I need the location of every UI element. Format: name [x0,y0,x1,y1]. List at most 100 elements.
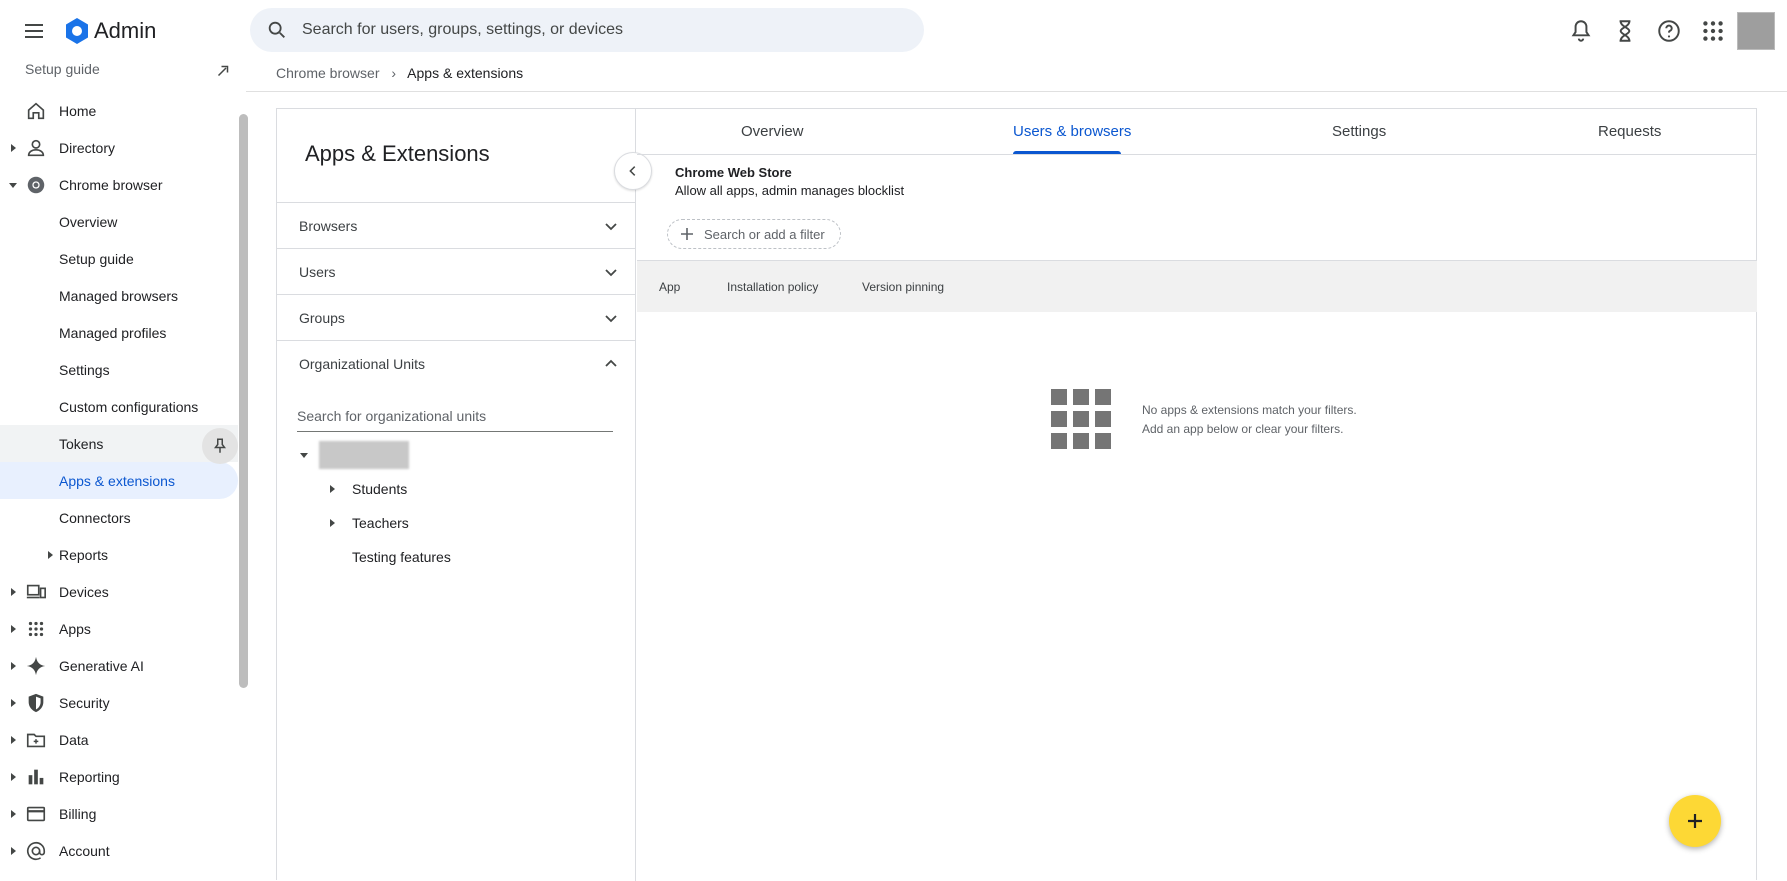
main-panel: Apps & Extensions Browsers Users Groups … [276,108,1757,881]
tree-item-testing-features[interactable]: Testing features [352,549,451,565]
column-header-installation-policy[interactable]: Installation policy [727,280,818,294]
chevron-left-icon [629,166,636,176]
collapse-panel-button[interactable] [614,152,652,190]
collapse-arrow-icon[interactable] [299,450,309,460]
admin-logo-icon [66,18,88,44]
expand-arrow-icon[interactable] [8,846,18,856]
expand-arrow-icon[interactable] [8,661,18,671]
sidebar-scrollbar[interactable] [239,114,248,688]
data-folder-icon [26,733,46,747]
menu-icon[interactable] [22,19,46,43]
expand-arrow-icon[interactable] [8,698,18,708]
sparkle-icon [26,656,46,675]
expand-arrow-icon[interactable] [8,143,18,153]
store-title: Chrome Web Store [675,165,792,180]
accordion-users[interactable]: Users [277,248,635,294]
empty-state-message: No apps & extensions match your filters.… [1142,401,1357,439]
sidebar-item-security[interactable]: Security [0,684,240,721]
global-search[interactable] [250,8,924,52]
add-app-fab[interactable] [1669,795,1721,847]
breadcrumb: Chrome browser › Apps & extensions [276,65,523,81]
tab-users-browsers[interactable]: Users & browsers [1013,123,1131,140]
ou-search-input[interactable] [297,402,613,430]
sidebar-item-setup-guide-partial[interactable]: Setup guide [0,62,240,87]
column-header-app[interactable]: App [659,280,680,294]
sidebar-item-reporting[interactable]: Reporting [0,758,240,795]
breadcrumb-separator: › [391,65,397,81]
sidebar-item-connectors[interactable]: Connectors [0,499,240,536]
person-icon [27,139,45,156]
shield-icon [28,693,44,712]
expand-arrow-icon[interactable] [327,484,337,494]
column-header-version-pinning[interactable]: Version pinning [862,280,944,294]
chevron-down-icon [605,269,617,277]
sidebar-item-billing[interactable]: Billing [0,795,240,832]
pin-button[interactable] [202,428,238,464]
header-divider [246,91,1787,92]
tab-settings[interactable]: Settings [1332,123,1386,140]
sidebar-item-home[interactable]: Home [0,92,240,129]
accordion-organizational-units[interactable]: Organizational Units [277,340,635,386]
sidebar-item-apps-extensions[interactable]: Apps & extensions [0,462,238,499]
help-icon[interactable] [1656,18,1682,44]
sidebar-item-apps[interactable]: Apps [0,610,240,647]
sidebar-item-directory[interactable]: Directory [0,129,240,166]
empty-state-line1: No apps & extensions match your filters. [1142,403,1357,417]
panel-title: Apps & Extensions [305,141,490,166]
expand-arrow-icon[interactable] [45,550,55,560]
sidebar-item-managed-profiles[interactable]: Managed profiles [0,314,240,351]
sidebar-item-managed-browsers[interactable]: Managed browsers [0,277,240,314]
credit-card-icon [26,806,46,821]
notifications-icon[interactable] [1568,18,1594,44]
apps-grid-icon[interactable] [1700,18,1726,44]
sidebar-item-data[interactable]: Data [0,721,240,758]
redacted-root-org-unit[interactable] [319,441,409,469]
plus-icon [681,228,693,240]
apps-icon [28,621,44,636]
chevron-up-icon [605,359,617,367]
table-header: App Installation policy Version pinning [637,260,1757,312]
sidebar-item-devices[interactable]: Devices [0,573,240,610]
empty-state-line2: Add an app below or clear your filters. [1142,422,1344,436]
add-filter-chip[interactable]: Search or add a filter [667,219,841,249]
sidebar-item-settings[interactable]: Settings [0,351,240,388]
expand-arrow-icon[interactable] [8,735,18,745]
sidebar-item-setup-guide[interactable]: Setup guide [0,240,240,277]
home-icon [27,102,45,119]
tab-requests[interactable]: Requests [1598,123,1661,140]
bar-chart-icon [28,769,44,784]
expand-arrow-icon[interactable] [327,518,337,528]
search-input[interactable] [302,8,902,52]
collapse-arrow-icon[interactable] [8,180,18,190]
sidebar-item-chrome-browser[interactable]: Chrome browser [0,166,240,203]
sidebar-item-generative-ai[interactable]: Generative AI [0,647,240,684]
sidebar: Setup guide Home Directory Chrome browse… [0,62,246,880]
expand-arrow-icon[interactable] [8,772,18,782]
apps-grid-empty-icon [1051,389,1111,449]
chevron-down-icon [605,223,617,231]
at-icon [26,841,46,860]
expand-arrow-icon[interactable] [8,809,18,819]
sidebar-item-custom-configurations[interactable]: Custom configurations [0,388,240,425]
expand-arrow-icon[interactable] [8,587,18,597]
tree-item-teachers[interactable]: Teachers [352,515,409,531]
breadcrumb-parent[interactable]: Chrome browser [276,65,379,81]
filter-label: Search or add a filter [704,227,825,242]
tree-item-students[interactable]: Students [352,481,407,497]
sidebar-item-account[interactable]: Account [0,832,240,869]
top-bar: Admin [0,0,1787,62]
search-icon [268,21,285,38]
collapse-arrow-icon[interactable] [214,62,232,80]
accordion-groups[interactable]: Groups [277,294,635,340]
sidebar-item-reports[interactable]: Reports [0,536,240,573]
ou-search-field[interactable] [297,402,613,432]
accordion-browsers[interactable]: Browsers [277,202,635,248]
active-tab-indicator [1013,151,1121,154]
tab-overview[interactable]: Overview [741,123,804,140]
account-avatar[interactable] [1737,12,1775,50]
sidebar-item-overview[interactable]: Overview [0,203,240,240]
chevron-down-icon [605,315,617,323]
devices-icon [26,584,46,598]
expand-arrow-icon[interactable] [8,624,18,634]
hourglass-icon[interactable] [1612,18,1638,44]
